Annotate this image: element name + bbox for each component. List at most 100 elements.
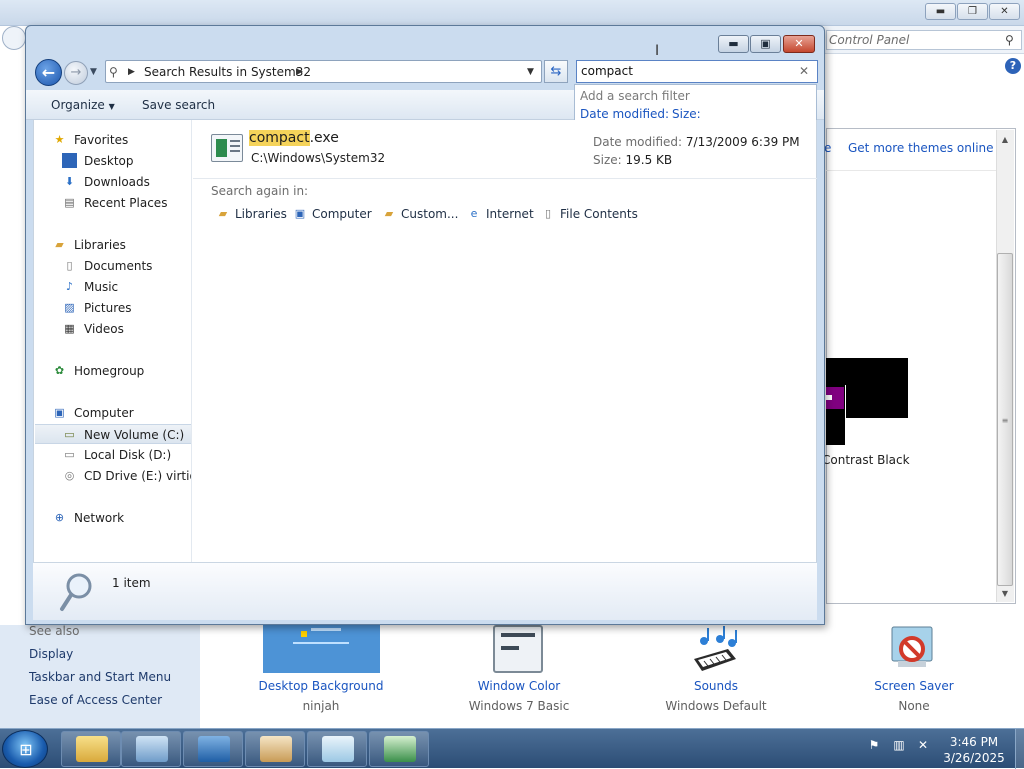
see-also-display-link[interactable]: Display <box>29 647 73 661</box>
sounds-item[interactable]: Sounds Windows Default <box>636 679 796 713</box>
cd-drive-icon: ◎ <box>64 469 75 482</box>
result-size: Size: 19.5 KB <box>593 153 672 167</box>
size-filter[interactable]: Size: <box>672 107 701 121</box>
window-color-item[interactable]: Window Color Windows 7 Basic <box>439 679 599 713</box>
internet-explorer-icon: e <box>470 207 478 220</box>
volume-muted-icon[interactable]: ✕ <box>915 737 931 753</box>
breadcrumb-current[interactable]: Search Results in System32 <box>144 65 311 79</box>
search-again-label: Search again in: <box>211 184 309 198</box>
nav-computer[interactable]: ▣ Computer <box>34 403 191 423</box>
theme-link-partial[interactable]: e <box>824 141 831 155</box>
nav-desktop[interactable]: Desktop <box>34 151 191 171</box>
screen-saver-label[interactable]: Screen Saver <box>834 679 994 693</box>
clear-search-icon[interactable]: ✕ <box>799 63 809 80</box>
remote-desktop-icon <box>384 736 416 762</box>
address-bar[interactable]: ⚲ ▶ Search Results in System32 ▶ ▼ <box>105 60 542 83</box>
close-button[interactable]: ✕ <box>783 35 815 53</box>
explorer-window: ▬ ▣ ✕ ← → ▼ ⚲ ▶ Search Results in System… <box>25 25 825 625</box>
taskbar-control-panel-button[interactable] <box>121 731 181 767</box>
chevron-down-icon: ▼ <box>108 102 115 111</box>
system-clock[interactable]: 3:46 PM 3/26/2025 <box>934 734 1014 766</box>
item-count: 1 item <box>112 576 151 590</box>
nav-pictures[interactable]: ▨ Pictures <box>34 298 191 318</box>
nav-recent-places[interactable]: ▤ Recent Places <box>34 193 191 213</box>
navigation-pane[interactable]: ★ Favorites Desktop ⬇ Downloads ▤ Recent Pl… <box>34 120 192 562</box>
explorer-titlebar[interactable]: ▬ ▣ ✕ <box>26 26 824 58</box>
scroll-up-icon[interactable]: ▲ <box>996 132 1014 148</box>
forward-button[interactable]: → <box>64 61 88 85</box>
music-icon: ♪ <box>65 280 74 293</box>
result-file-name[interactable]: compact.exe <box>249 130 339 146</box>
homegroup-icon: ✿ <box>54 364 65 377</box>
breadcrumb-chevron-icon[interactable]: ▶ <box>296 63 303 81</box>
bg-search-input[interactable]: Control Panel ⚲ <box>826 30 1022 50</box>
date-modified-filter[interactable]: Date modified: <box>580 107 669 121</box>
high-contrast-black-label[interactable]: Contrast Black <box>822 453 910 467</box>
action-center-flag-icon[interactable]: ⚑ <box>866 737 882 753</box>
results-divider <box>193 178 817 179</box>
theme-thumbnail-accent <box>826 387 844 409</box>
taskbar-explorer-button[interactable] <box>61 731 121 767</box>
nav-cd-drive-e[interactable]: ◎CD Drive (E:) virtio-v <box>34 466 191 486</box>
see-also-ease-of-access-link[interactable]: Ease of Access Center <box>29 693 162 707</box>
nav-homegroup[interactable]: ✿ Homegroup <box>34 361 191 381</box>
show-desktop-button[interactable] <box>1015 729 1024 769</box>
bg-maximize-button[interactable]: ❐ <box>957 3 988 20</box>
scroll-down-icon[interactable]: ▼ <box>996 586 1014 602</box>
breadcrumb-chevron-icon[interactable]: ▶ <box>128 63 135 81</box>
nav-new-volume-c[interactable]: ▭ New Volume (C:) <box>35 424 191 444</box>
window-color-label[interactable]: Window Color <box>439 679 599 693</box>
window-color-icon[interactable] <box>493 625 543 673</box>
sounds-label[interactable]: Sounds <box>636 679 796 693</box>
taskbar-wireshark-button[interactable] <box>183 731 243 767</box>
executable-icon[interactable] <box>211 134 243 162</box>
taskbar-remote-desktop-button[interactable] <box>369 731 429 767</box>
results-pane: compact.exe C:\Windows\System32 Date mod… <box>193 120 817 562</box>
see-also-taskbar-link[interactable]: Taskbar and Start Menu <box>29 670 171 684</box>
recent-places-icon: ▤ <box>64 196 75 209</box>
taskbar-notepad-button[interactable] <box>307 731 367 767</box>
nav-videos[interactable]: ▦ Videos <box>34 319 191 339</box>
address-dropdown-icon[interactable]: ▼ <box>527 63 534 81</box>
desktop-background-item[interactable]: Desktop Background ninjah <box>241 679 401 713</box>
date-modified-value: 7/13/2009 6:39 PM <box>685 135 800 149</box>
nav-downloads[interactable]: ⬇ Downloads <box>34 172 191 192</box>
start-button[interactable]: ⊞ <box>2 730 48 768</box>
recent-pages-dropdown-icon[interactable]: ▼ <box>90 65 100 79</box>
search-input-text[interactable]: compact <box>581 64 633 78</box>
nav-favorites[interactable]: ★ Favorites <box>34 130 191 150</box>
screen-saver-icon[interactable] <box>886 625 938 673</box>
desktop-background-label[interactable]: Desktop Background <box>241 679 401 693</box>
search-match-highlight: compact <box>249 130 310 146</box>
themes-divider <box>826 170 996 171</box>
bg-search-icon: ⚲ <box>1005 33 1014 47</box>
organize-menu[interactable]: Organize ▼ <box>51 98 115 112</box>
bg-close-button[interactable]: ✕ <box>989 3 1020 20</box>
videos-icon: ▦ <box>64 322 75 335</box>
network-icon: ⊕ <box>54 511 65 524</box>
refresh-button[interactable]: ⇆ <box>544 60 568 83</box>
nav-libraries[interactable]: ▰ Libraries <box>34 235 191 255</box>
get-more-themes-link[interactable]: Get more themes online <box>848 141 994 155</box>
screen-saver-item[interactable]: Screen Saver None <box>834 679 994 713</box>
sounds-icon[interactable] <box>690 625 740 673</box>
size-value: 19.5 KB <box>625 153 673 167</box>
taskbar-paint-button[interactable] <box>245 731 305 767</box>
libraries-icon: ▰ <box>55 238 64 251</box>
scroll-thumb[interactable]: ≡ <box>997 253 1013 586</box>
nav-local-disk-d[interactable]: ▭ Local Disk (D:) <box>34 445 191 465</box>
minimize-button[interactable]: ▬ <box>718 35 749 53</box>
back-button[interactable]: ← <box>35 59 62 86</box>
nav-network[interactable]: ⊕ Network <box>34 508 191 528</box>
search-results-icon: ⚲ <box>109 65 118 79</box>
bg-back-button[interactable] <box>2 26 26 50</box>
search-input[interactable]: compact ✕ <box>576 60 818 83</box>
network-icon[interactable]: ▥ <box>891 737 907 753</box>
nav-music[interactable]: ♪ Music <box>34 277 191 297</box>
nav-documents[interactable]: ▯ Documents <box>34 256 191 276</box>
desktop-background-thumbnail[interactable] <box>263 624 380 673</box>
bg-minimize-button[interactable]: ▬ <box>925 3 956 20</box>
save-search-button[interactable]: Save search <box>142 98 215 112</box>
help-icon[interactable]: ? <box>1005 58 1021 74</box>
maximize-button[interactable]: ▣ <box>750 35 781 53</box>
